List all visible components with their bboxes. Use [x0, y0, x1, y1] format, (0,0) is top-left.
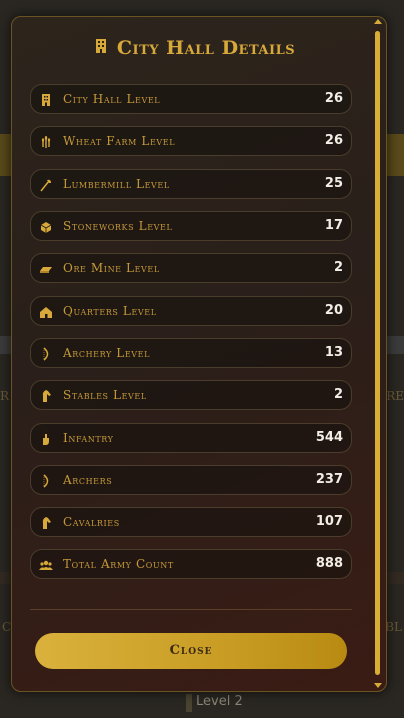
close-button[interactable]: Close [35, 633, 347, 669]
row-wheat-farm-level: Wheat Farm Level 26 [30, 126, 352, 156]
background-text-left-lower: C [2, 620, 12, 634]
row-quarters-level: Quarters Level 20 [30, 296, 352, 326]
building-icon [39, 92, 53, 106]
row-value: 20 [324, 303, 343, 318]
bow-icon [39, 473, 53, 488]
row-value: 888 [315, 556, 343, 571]
city-hall-details-modal: City Hall Details City Hall Level 26 Whe… [11, 16, 387, 692]
background-text-right-lower: BL [385, 620, 402, 634]
row-lumbermill-level: Lumbermill Level 25 [30, 169, 352, 199]
row-stoneworks-level: Stoneworks Level 17 [30, 211, 352, 241]
row-label: Wheat Farm Level [63, 134, 176, 148]
row-value: 25 [324, 176, 343, 191]
row-archers: Archers 237 [30, 465, 352, 495]
background-text-left: R [0, 389, 10, 403]
row-value: 26 [324, 91, 343, 106]
row-infantry: Infantry 544 [30, 423, 352, 453]
row-label: Stables Level [63, 388, 147, 402]
row-value: 17 [324, 218, 343, 233]
row-stables-level: Stables Level 2 [30, 380, 352, 410]
building-icon [95, 36, 107, 58]
background-level-bar [186, 694, 192, 712]
modal-title-text: City Hall Details [116, 37, 296, 59]
modal-title: City Hall Details [12, 37, 378, 59]
row-archery-level: Archery Level 13 [30, 338, 352, 368]
ore-icon [39, 261, 53, 275]
row-value: 544 [315, 430, 343, 445]
row-value: 107 [315, 514, 343, 529]
row-label: Infantry [63, 431, 114, 445]
background-level-label: Level 2 [196, 694, 243, 709]
row-value: 13 [324, 345, 343, 360]
row-label: Archers [63, 473, 113, 487]
row-city-hall-level: City Hall Level 26 [30, 84, 352, 114]
scroll-up-arrow-icon[interactable] [374, 19, 382, 24]
row-value: 2 [333, 260, 343, 275]
row-label: Quarters Level [63, 304, 157, 318]
row-total-army-count: Total Army Count 888 [30, 549, 352, 579]
row-label: Cavalries [63, 515, 120, 529]
background-text-right: RE [386, 389, 404, 403]
row-ore-mine-level: Ore Mine Level 2 [30, 253, 352, 283]
horse-icon [39, 515, 53, 529]
fist-icon [39, 431, 53, 445]
row-value: 2 [333, 387, 343, 402]
row-label: Archery Level [63, 346, 151, 360]
horse-icon [39, 388, 53, 402]
users-icon [39, 557, 53, 571]
scrollbar-thumb[interactable] [375, 31, 380, 675]
row-label: Ore Mine Level [63, 261, 160, 275]
wheat-icon [39, 134, 53, 148]
scroll-down-arrow-icon[interactable] [374, 683, 382, 688]
row-label: Stoneworks Level [63, 219, 173, 233]
bow-icon [39, 346, 53, 361]
row-cavalries: Cavalries 107 [30, 507, 352, 537]
stone-icon [39, 219, 53, 233]
row-label: City Hall Level [63, 92, 161, 106]
row-label: Lumbermill Level [63, 177, 170, 191]
row-label: Total Army Count [63, 557, 174, 571]
axe-icon [39, 177, 53, 192]
footer-divider [30, 609, 352, 610]
house-icon [39, 304, 53, 318]
row-value: 26 [324, 133, 343, 148]
row-value: 237 [315, 472, 343, 487]
modal-scrollbar[interactable] [372, 17, 382, 691]
